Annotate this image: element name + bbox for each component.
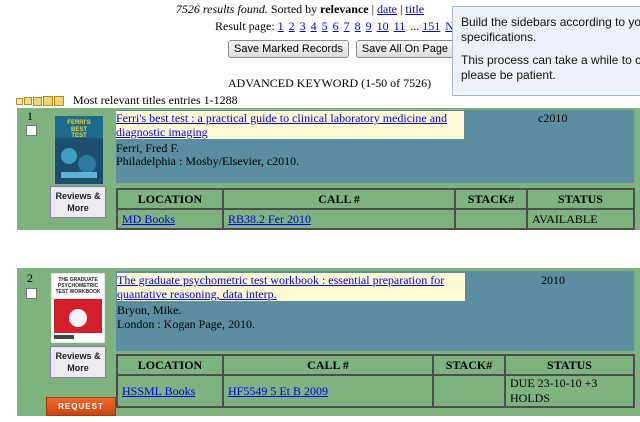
page-link[interactable]: 4 bbox=[311, 19, 317, 33]
results-summary: 7526 results found. Sorted by relevance … bbox=[175, 2, 425, 16]
book-cover-image[interactable]: FERRI'S BEST TEST bbox=[55, 116, 103, 184]
page-link[interactable]: 1 bbox=[278, 19, 284, 33]
location-link[interactable]: MD Books bbox=[122, 212, 175, 226]
record-publisher: London : Kogan Page, 2010. bbox=[117, 317, 255, 331]
page-link[interactable]: 6 bbox=[333, 19, 339, 33]
save-buttons: Save Marked Records Save All On Page bbox=[228, 40, 458, 58]
search-heading: ADVANCED KEYWORD (1-50 of 7526) bbox=[228, 76, 432, 90]
status-header: STATUS bbox=[504, 354, 635, 376]
page-link[interactable]: 2 bbox=[289, 19, 295, 33]
save-all-on-page-button[interactable]: Save All On Page bbox=[355, 40, 455, 58]
sort-current: relevance bbox=[320, 2, 369, 16]
call-number-link[interactable]: HF5549 5 Et B 2009 bbox=[228, 384, 328, 398]
call-number-header: CALL # bbox=[222, 354, 434, 376]
record-number: 1 bbox=[27, 109, 33, 123]
holdings-row: MD Books RB38.2 Fer 2010 AVAILABLE bbox=[116, 208, 635, 230]
tooltip-line: Build the sidebars according to your spec… bbox=[461, 15, 640, 44]
holdings-table: LOCATION CALL # STACK# STATUS HSSML Book… bbox=[116, 354, 635, 408]
holdings-table: LOCATION CALL # STACK# STATUS MD Books R… bbox=[116, 188, 635, 230]
sort-title-link[interactable]: title bbox=[405, 2, 424, 16]
page-link[interactable]: 11 bbox=[394, 19, 406, 33]
record-title-link[interactable]: The graduate psychometric test workbook … bbox=[117, 273, 465, 301]
svg-text:TEST: TEST bbox=[71, 133, 87, 139]
record-checkbox[interactable] bbox=[26, 288, 37, 299]
location-header: LOCATION bbox=[116, 188, 224, 210]
record-year: c2010 bbox=[538, 111, 568, 125]
page-link[interactable]: 3 bbox=[300, 19, 306, 33]
page-link[interactable]: 7 bbox=[344, 19, 350, 33]
location-link[interactable]: HSSML Books bbox=[122, 384, 195, 398]
relevance-square-icon bbox=[54, 96, 64, 107]
record-2: 2 THE GRADUATE PSYCHOMETRIC TEST WORKBOO… bbox=[17, 268, 640, 416]
status-value: AVAILABLE bbox=[526, 208, 635, 230]
location-header: LOCATION bbox=[116, 354, 224, 376]
svg-text:FERRI'S: FERRI'S bbox=[67, 120, 90, 126]
relevance-square-icon bbox=[43, 96, 53, 107]
page-link[interactable]: 9 bbox=[366, 19, 372, 33]
reviews-and-more-button[interactable]: Reviews & More bbox=[50, 346, 106, 378]
sidebar-tooltip: Build the sidebars according to your spec… bbox=[452, 6, 640, 96]
relevance-text: Most relevant titles entries 1-1288 bbox=[73, 93, 238, 107]
stack-header: STACK# bbox=[454, 188, 528, 210]
request-button[interactable]: REQUEST bbox=[46, 397, 116, 416]
stack-header: STACK# bbox=[432, 354, 506, 376]
results-count: 7526 results found. bbox=[175, 2, 268, 16]
record-checkbox[interactable] bbox=[26, 125, 37, 136]
relevance-square-icon bbox=[33, 96, 42, 106]
stack-value bbox=[432, 374, 506, 408]
last-page-link[interactable]: 151 bbox=[422, 19, 440, 33]
holdings-row: HSSML Books HF5549 5 Et B 2009 DUE 23-10… bbox=[116, 374, 635, 408]
book-cover-image[interactable]: THE GRADUATE PSYCHOMETRIC TEST WORKBOOK bbox=[51, 273, 105, 343]
result-page-label: Result page: bbox=[215, 19, 275, 33]
status-value: DUE 23-10-10 +3 HOLDS bbox=[504, 374, 635, 408]
relevance-square-icon bbox=[24, 97, 32, 106]
save-marked-records-button[interactable]: Save Marked Records bbox=[228, 40, 349, 58]
holdings-header-row: LOCATION CALL # STACK# STATUS bbox=[116, 354, 635, 376]
record-publisher: Philadelphia : Mosby/Elsevier, c2010. bbox=[116, 154, 300, 168]
page-link[interactable]: 5 bbox=[322, 19, 328, 33]
record-author: Bryon, Mike. bbox=[117, 303, 182, 317]
record-title-link[interactable]: Ferri's best test : a practical guide to… bbox=[116, 111, 464, 139]
call-number-header: CALL # bbox=[222, 188, 456, 210]
svg-text:TEST WORKBOOK: TEST WORKBOOK bbox=[56, 289, 101, 295]
status-header: STATUS bbox=[526, 188, 635, 210]
relevance-square-icon bbox=[16, 97, 23, 105]
page-link[interactable]: 8 bbox=[355, 19, 361, 33]
relevance-bar: Most relevant titles entries 1-1288 bbox=[16, 93, 238, 108]
call-number-link[interactable]: RB38.2 Fer 2010 bbox=[228, 212, 311, 226]
sorted-prefix: Sorted by bbox=[270, 2, 318, 16]
reviews-and-more-button[interactable]: Reviews & More bbox=[50, 186, 106, 218]
stack-value bbox=[454, 208, 528, 230]
record-1: 1 FERRI'S BEST TEST Reviews & More Ferri… bbox=[17, 108, 640, 230]
record-number: 2 bbox=[27, 271, 33, 285]
holdings-header-row: LOCATION CALL # STACK# STATUS bbox=[116, 188, 635, 210]
record-year: 2010 bbox=[541, 273, 565, 287]
sort-date-link[interactable]: date bbox=[377, 2, 397, 16]
pagination: Result page: 1 2 3 4 5 6 7 8 9 10 11 ...… bbox=[215, 19, 471, 34]
tooltip-line: This process can take a while to com plea… bbox=[461, 53, 640, 82]
page-link[interactable]: 10 bbox=[377, 19, 389, 33]
